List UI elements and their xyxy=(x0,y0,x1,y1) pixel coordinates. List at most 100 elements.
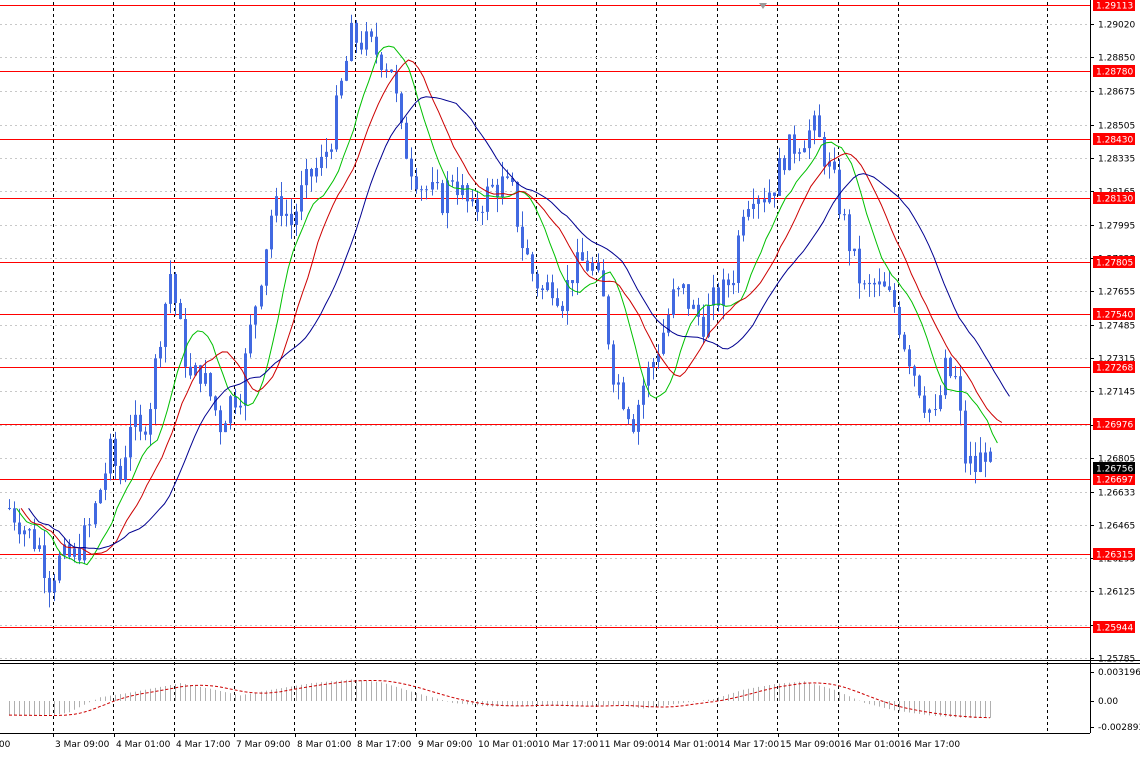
level-price-label: 1.27268 xyxy=(1093,361,1135,374)
candle xyxy=(254,305,257,339)
candle xyxy=(783,155,786,175)
candle xyxy=(541,285,544,300)
time-tick-label: 7 Mar 09:00 xyxy=(236,740,291,750)
candle xyxy=(23,525,26,547)
osc-tick-label: 0.003196 xyxy=(1098,668,1140,678)
candle xyxy=(28,527,31,539)
candle xyxy=(632,413,635,434)
candle xyxy=(853,248,856,257)
candle xyxy=(944,349,947,400)
candle xyxy=(451,174,454,187)
candle xyxy=(285,199,288,227)
candle xyxy=(496,178,499,213)
ma-slow-line xyxy=(28,96,1010,550)
candle xyxy=(732,270,735,295)
candle xyxy=(370,28,373,43)
candle xyxy=(712,274,715,321)
candle xyxy=(843,208,846,221)
time-tick-label: 2 Mar 17:00 xyxy=(0,740,11,750)
candle xyxy=(330,143,333,160)
candle xyxy=(707,293,710,339)
candle xyxy=(984,442,987,478)
candle xyxy=(818,104,821,138)
svg-text:1.27268: 1.27268 xyxy=(1096,364,1133,374)
candle xyxy=(119,459,122,485)
candle xyxy=(169,260,172,314)
candle xyxy=(48,571,51,608)
candle xyxy=(652,358,655,380)
candle xyxy=(974,442,977,484)
candle xyxy=(788,134,791,171)
svg-text:1.28780: 1.28780 xyxy=(1096,68,1133,78)
candle xyxy=(405,116,408,160)
candle xyxy=(154,354,157,425)
candle xyxy=(546,274,549,292)
candle xyxy=(637,399,640,445)
candle xyxy=(164,302,167,363)
candle xyxy=(848,209,851,266)
price-tick-label: 1.27145 xyxy=(1098,388,1135,398)
candle xyxy=(672,278,675,319)
chart-window[interactable]: 1.29020 1.28850 1.28675 1.28505 1.28335 1.281… xyxy=(0,0,1140,757)
candle xyxy=(959,365,962,425)
candle xyxy=(692,299,695,310)
svg-text:1.26697: 1.26697 xyxy=(1096,476,1133,486)
candle xyxy=(863,280,866,290)
candle xyxy=(597,253,600,273)
svg-text:1.26756: 1.26756 xyxy=(1096,465,1133,475)
candle xyxy=(591,256,594,276)
candle xyxy=(441,179,444,216)
price-tick-label: 1.28505 xyxy=(1098,122,1135,132)
candle xyxy=(129,414,132,471)
candle xyxy=(355,19,358,54)
candle xyxy=(345,56,348,82)
candle xyxy=(737,230,740,293)
level-price-label: 1.26976 xyxy=(1093,418,1135,431)
candle xyxy=(838,159,841,219)
candle xyxy=(581,237,584,261)
candle xyxy=(295,203,298,236)
candle xyxy=(949,356,952,379)
candle xyxy=(139,404,142,441)
candle xyxy=(144,426,147,441)
time-tick-label: 9 Mar 09:00 xyxy=(418,740,473,750)
candle xyxy=(913,364,916,387)
candle xyxy=(43,530,46,594)
candle xyxy=(360,31,363,55)
candle xyxy=(561,301,564,318)
price-tick-label: 1.26633 xyxy=(1098,489,1135,499)
candle xyxy=(425,185,428,200)
candle xyxy=(305,159,308,199)
level-price-label: 1.25944 xyxy=(1093,621,1135,634)
time-tick-label: 14 Mar 01:00 xyxy=(659,740,719,750)
candle xyxy=(365,21,368,56)
candle xyxy=(516,181,519,233)
candle xyxy=(124,445,127,483)
candle xyxy=(612,340,615,393)
time-tick-label: 10 Mar 17:00 xyxy=(538,740,598,750)
candle xyxy=(104,462,107,501)
price-tick-label: 1.28675 xyxy=(1098,88,1135,98)
price-tick-label: 1.26465 xyxy=(1098,522,1135,532)
candle xyxy=(883,272,886,288)
support-resistance-levels xyxy=(0,5,1090,628)
candle xyxy=(657,344,660,369)
candle xyxy=(270,209,273,258)
level-price-label: 1.28130 xyxy=(1093,192,1135,205)
candle xyxy=(88,518,91,538)
candle xyxy=(38,537,41,552)
price-tick-label: 1.25785 xyxy=(1098,655,1135,665)
candle xyxy=(290,198,293,239)
candle xyxy=(617,374,620,400)
candle xyxy=(773,192,776,208)
candle xyxy=(778,147,781,196)
candle xyxy=(833,147,836,174)
oscillator xyxy=(9,679,991,719)
candle xyxy=(99,488,102,504)
candle xyxy=(898,301,901,339)
candle xyxy=(114,431,117,480)
ma-mid-line xyxy=(20,59,1003,555)
price-chart[interactable]: 1.29020 1.28850 1.28675 1.28505 1.28335 1.281… xyxy=(0,0,1140,757)
candle xyxy=(752,188,755,219)
candle xyxy=(94,501,97,528)
